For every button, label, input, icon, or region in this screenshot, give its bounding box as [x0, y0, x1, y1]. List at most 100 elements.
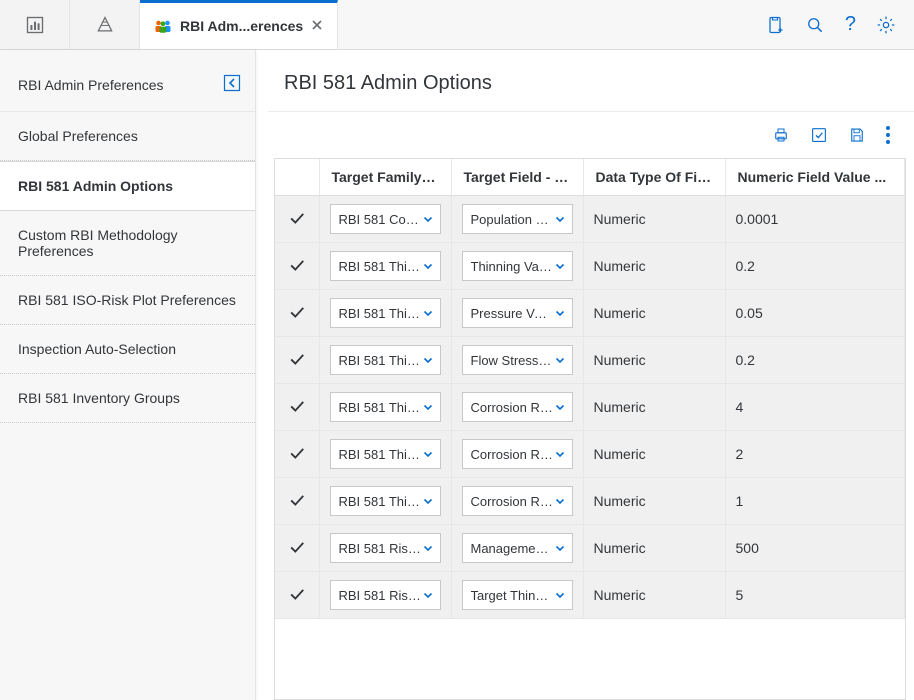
chevron-down-icon: [422, 495, 434, 507]
sidebar-title: RBI Admin Preferences: [18, 77, 164, 93]
chevron-down-icon: [554, 448, 566, 460]
target-family-dropdown[interactable]: RBI 581 Thinning: [330, 392, 441, 422]
sidebar-collapse-button[interactable]: [223, 74, 241, 95]
column-header[interactable]: Numeric Field Value ...: [725, 159, 905, 196]
target-family-dropdown[interactable]: RBI 581 Thinning: [330, 486, 441, 516]
checkmark-icon: [287, 443, 307, 463]
target-family-dropdown-text: RBI 581 Thinning: [339, 353, 422, 368]
data-grid: Target Family - Va...Target Field - Valu…: [274, 158, 906, 700]
sidebar-item[interactable]: RBI 581 Admin Options: [0, 161, 255, 211]
target-field-dropdown[interactable]: Thinning Variance: [462, 251, 573, 281]
target-family-dropdown-text: RBI 581 Thinning: [339, 306, 422, 321]
table-row: RBI 581 Thinning Corrosion Rate Factor Num…: [275, 431, 905, 478]
column-header[interactable]: [275, 159, 319, 196]
row-check[interactable]: [275, 196, 319, 243]
sidebar-item[interactable]: RBI 581 ISO-Risk Plot Preferences: [0, 276, 255, 325]
target-family-dropdown[interactable]: RBI 581 Thinning: [330, 439, 441, 469]
target-field-dropdown-text: Population Density: [471, 212, 554, 227]
sidebar-item-label: Global Preferences: [18, 128, 138, 144]
numeric-value-cell[interactable]: 4: [725, 384, 905, 431]
top-tabbar: RBI Adm...erences ?: [0, 0, 914, 50]
row-check[interactable]: [275, 290, 319, 337]
row-check[interactable]: [275, 525, 319, 572]
chevron-down-icon: [422, 307, 434, 319]
sidebar-item-label: RBI 581 Admin Options: [18, 178, 173, 194]
numeric-value-cell[interactable]: 0.2: [725, 243, 905, 290]
checkmark-icon: [287, 537, 307, 557]
chevron-down-icon: [422, 448, 434, 460]
numeric-value-cell[interactable]: 2: [725, 431, 905, 478]
chevron-down-icon: [554, 213, 566, 225]
help-icon[interactable]: ?: [845, 13, 856, 36]
numeric-value-cell[interactable]: 0.05: [725, 290, 905, 337]
chevron-down-icon: [554, 589, 566, 601]
target-family-dropdown-text: RBI 581 Risk Analysis: [339, 541, 422, 556]
target-field-dropdown[interactable]: Corrosion Rate Factor: [462, 439, 573, 469]
data-type-cell: Numeric: [583, 572, 725, 619]
target-family-dropdown[interactable]: RBI 581 Thinning: [330, 251, 441, 281]
close-icon: [311, 19, 323, 31]
save-icon[interactable]: [848, 126, 866, 144]
table-row: RBI 581 ThinningCorrosion Rate FactorNum…: [275, 478, 905, 525]
row-check[interactable]: [275, 337, 319, 384]
row-check[interactable]: [275, 243, 319, 290]
target-family-dropdown[interactable]: RBI 581 Thinning: [330, 298, 441, 328]
sidebar-list: Global Preferences RBI 581 Admin Options C…: [0, 112, 255, 423]
target-field-dropdown[interactable]: Pressure Variance: [462, 298, 573, 328]
data-type-cell: Numeric: [583, 290, 725, 337]
target-field-dropdown[interactable]: Flow Stress Variance: [462, 345, 573, 375]
print-icon[interactable]: [772, 126, 790, 144]
more-actions-button[interactable]: [886, 126, 890, 144]
clipboard-add-icon[interactable]: [765, 15, 785, 35]
sidebar-item[interactable]: Global Preferences: [0, 112, 255, 161]
column-header[interactable]: Target Family - Va...: [319, 159, 451, 196]
row-check[interactable]: [275, 431, 319, 478]
target-field-dropdown[interactable]: Target Thinning A: [462, 580, 573, 610]
check-square-icon[interactable]: [810, 126, 828, 144]
sidebar-item[interactable]: Inspection Auto-Selection: [0, 325, 255, 374]
data-type-cell: Numeric: [583, 431, 725, 478]
target-field-dropdown-text: Thinning Variance: [471, 259, 554, 274]
target-field-dropdown-text: Flow Stress Variance: [471, 353, 554, 368]
target-family-dropdown[interactable]: RBI 581 Risk Analysis: [330, 533, 441, 563]
table-row: RBI 581 Consequence Population Density Num…: [275, 196, 905, 243]
target-family-dropdown[interactable]: RBI 581 Consequence: [330, 204, 441, 234]
chevron-down-icon: [554, 542, 566, 554]
sidebar-item[interactable]: RBI 581 Inventory Groups: [0, 374, 255, 423]
row-check[interactable]: [275, 572, 319, 619]
column-header[interactable]: Target Field - Valu...: [451, 159, 583, 196]
grid-scroll[interactable]: Target Family - Va...Target Field - Valu…: [275, 159, 905, 699]
target-field-dropdown[interactable]: Corrosion Rate Factor: [462, 392, 573, 422]
target-family-dropdown[interactable]: RBI 581 Thinning: [330, 345, 441, 375]
search-icon[interactable]: [805, 15, 825, 35]
row-check[interactable]: [275, 384, 319, 431]
tab-close-button[interactable]: [311, 18, 323, 34]
row-check[interactable]: [275, 478, 319, 525]
numeric-value-cell[interactable]: 1: [725, 478, 905, 525]
target-family-dropdown[interactable]: RBI 581 Risk Analysis: [330, 580, 441, 610]
checkmark-icon: [287, 490, 307, 510]
table-row: RBI 581 ThinningCorrosion Rate FactorNum…: [275, 384, 905, 431]
chevron-down-icon: [554, 354, 566, 366]
sidebar-item-label: Custom RBI Methodology Preferences: [18, 227, 178, 259]
sidebar: RBI Admin Preferences Global Preferences…: [0, 50, 256, 700]
target-field-dropdown-text: Target Thinning A: [471, 588, 554, 603]
chevron-down-icon: [422, 213, 434, 225]
column-header[interactable]: Data Type Of Field - ...: [583, 159, 725, 196]
tab-dashboard[interactable]: [0, 0, 70, 49]
table-row: RBI 581 Risk Analysis Target Thinning A Nu…: [275, 572, 905, 619]
gear-icon[interactable]: [876, 15, 896, 35]
numeric-value-cell[interactable]: 0.0001: [725, 196, 905, 243]
numeric-value-cell[interactable]: 5: [725, 572, 905, 619]
numeric-value-cell[interactable]: 500: [725, 525, 905, 572]
numeric-value-cell[interactable]: 0.2: [725, 337, 905, 384]
tab-hierarchy[interactable]: [70, 0, 140, 49]
tab-rbi-admin-preferences[interactable]: RBI Adm...erences: [140, 0, 338, 49]
target-field-dropdown[interactable]: Management Score: [462, 533, 573, 563]
data-type-cell: Numeric: [583, 196, 725, 243]
checkmark-icon: [287, 208, 307, 228]
target-field-dropdown[interactable]: Corrosion Rate Factor: [462, 486, 573, 516]
target-family-dropdown-text: RBI 581 Thinning: [339, 400, 422, 415]
sidebar-item[interactable]: Custom RBI Methodology Preferences: [0, 211, 255, 276]
target-field-dropdown[interactable]: Population Density: [462, 204, 573, 234]
